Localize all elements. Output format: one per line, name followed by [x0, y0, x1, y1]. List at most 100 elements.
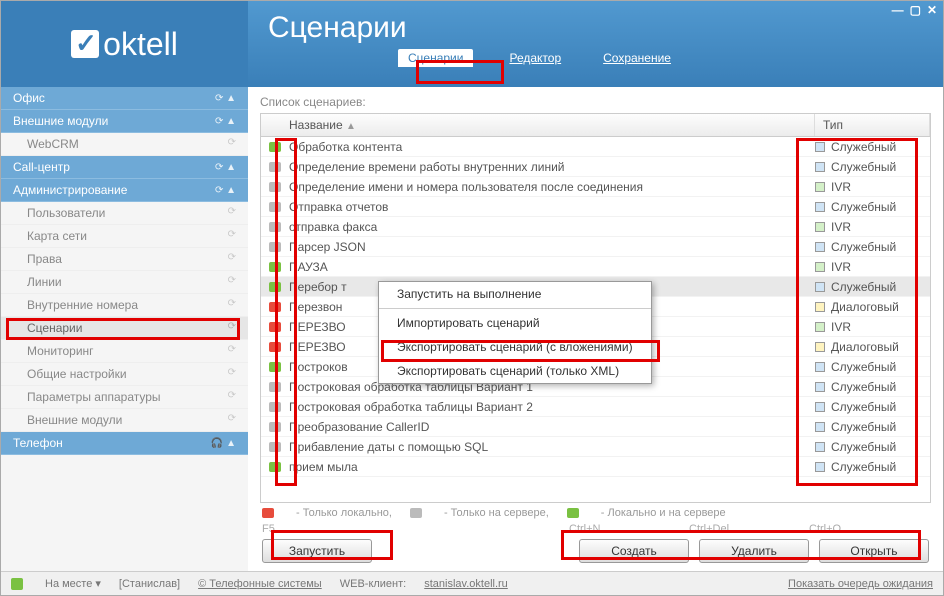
sidebar-item-6[interactable]: Карта сети⟳ [1, 225, 248, 248]
status-web-label: WEB-клиент: [340, 578, 407, 590]
row-type: Служебный [815, 140, 930, 154]
table-row[interactable]: отправка факсаIVR [261, 217, 930, 237]
context-item-4[interactable]: Экспортировать сценарий (только XML) [379, 359, 651, 383]
legend: - Только локально, - Только на сервере, … [260, 503, 931, 523]
maximize-icon[interactable]: ▢ [910, 3, 921, 17]
tab-0[interactable]: Сценарии [398, 49, 473, 67]
sidebar-group-3[interactable]: Call-центр⟳ ▲ [1, 156, 248, 179]
sidebar-item-2[interactable]: WebCRM⟳ [1, 133, 248, 156]
context-item-3[interactable]: Экспортировать сценарий (с вложениями) [379, 335, 651, 359]
row-type: Служебный [815, 440, 930, 454]
sidebar-item-11[interactable]: Мониторинг⟳ [1, 340, 248, 363]
page-title: Сценарии [248, 1, 943, 49]
table-row[interactable]: Прибавление даты с помощью SQLСлужебный [261, 437, 930, 457]
header: — ▢ ✕ Сценарии СценарииРедакторСохранени… [248, 1, 943, 87]
location-icon [269, 422, 281, 432]
logo: oktell [1, 1, 248, 87]
col-type[interactable]: Тип [815, 114, 930, 136]
row-type: Служебный [815, 380, 930, 394]
minimize-icon[interactable]: — [892, 3, 904, 17]
sort-asc-icon: ▲ [346, 121, 356, 132]
location-icon [269, 442, 281, 452]
close-icon[interactable]: ✕ [927, 3, 937, 17]
row-name: Обработка контента [287, 140, 815, 154]
status-web-url[interactable]: stanislav.oktell.ru [424, 578, 508, 590]
row-name: Определение имени и номера пользователя … [287, 180, 815, 194]
row-name: отправка факса [287, 220, 815, 234]
row-type: Служебный [815, 200, 930, 214]
table-row[interactable]: Определение времени работы внутренних ли… [261, 157, 930, 177]
sidebar-item-9[interactable]: Внутренние номера⟳ [1, 294, 248, 317]
context-item-0[interactable]: Запустить на выполнение [379, 282, 651, 306]
table-row[interactable]: ПАУЗАIVR [261, 257, 930, 277]
location-icon [269, 402, 281, 412]
row-name: Парсер JSON [287, 240, 815, 254]
table-row[interactable]: Определение имени и номера пользователя … [261, 177, 930, 197]
row-name: Определение времени работы внутренних ли… [287, 160, 815, 174]
row-name: Отправка отчетов [287, 200, 815, 214]
shortcut-ctrldel: Ctrl+Del [689, 523, 809, 535]
location-icon [269, 182, 281, 192]
location-icon [269, 202, 281, 212]
table-row[interactable]: прием мылаСлужебный [261, 457, 930, 477]
row-type: Служебный [815, 240, 930, 254]
sidebar-item-7[interactable]: Права⟳ [1, 248, 248, 271]
sidebar-item-13[interactable]: Параметры аппаратуры⟳ [1, 386, 248, 409]
row-type: Диалоговый [815, 340, 930, 354]
sidebar-item-5[interactable]: Пользователи⟳ [1, 202, 248, 225]
sidebar-group-0[interactable]: Офис⟳ ▲ [1, 87, 248, 110]
row-type: IVR [815, 180, 930, 194]
location-icon [269, 242, 281, 252]
table-row[interactable]: Преобразование CallerIDСлужебный [261, 417, 930, 437]
row-type: Служебный [815, 420, 930, 434]
location-icon [269, 162, 281, 172]
sidebar-group-1[interactable]: Внешние модули⟳ ▲ [1, 110, 248, 133]
table-row[interactable]: Обработка контентаСлужебный [261, 137, 930, 157]
sidebar-item-10[interactable]: Сценарии⟳ [1, 317, 248, 340]
tab-2[interactable]: Сохранение [597, 49, 677, 67]
table-row[interactable]: Построковая обработка таблицы Вариант 2С… [261, 397, 930, 417]
shortcut-ctrlo: Ctrl+O [809, 523, 929, 535]
table-row[interactable]: Парсер JSONСлужебный [261, 237, 930, 257]
location-icon [269, 282, 281, 292]
presence-icon[interactable] [11, 578, 23, 590]
shortcut-f5: F5 [262, 523, 382, 535]
list-label: Список сценариев: [260, 95, 931, 109]
location-icon [269, 342, 281, 352]
location-icon [269, 382, 281, 392]
logo-check-icon [71, 30, 99, 58]
location-icon [269, 462, 281, 472]
location-icon [269, 302, 281, 312]
row-name: ПАУЗА [287, 260, 815, 274]
location-icon [269, 142, 281, 152]
status-queue[interactable]: Показать очередь ожидания [788, 578, 933, 590]
col-name[interactable]: Название ▲ [261, 114, 815, 136]
row-type: Служебный [815, 400, 930, 414]
run-button[interactable]: Запустить [262, 539, 372, 563]
location-icon [269, 262, 281, 272]
status-copyright[interactable]: © Телефонные системы [198, 578, 322, 590]
sidebar-item-8[interactable]: Линии⟳ [1, 271, 248, 294]
presence-label[interactable]: На месте ▾ [45, 577, 101, 590]
row-name: Прибавление даты с помощью SQL [287, 440, 815, 454]
open-button[interactable]: Открыть [819, 539, 929, 563]
delete-button[interactable]: Удалить [699, 539, 809, 563]
table-row[interactable]: Отправка отчетовСлужебный [261, 197, 930, 217]
location-icon [269, 362, 281, 372]
create-button[interactable]: Создать [579, 539, 689, 563]
context-menu: Запустить на выполнение Импортировать сце… [378, 281, 652, 384]
row-type: Служебный [815, 360, 930, 374]
sidebar-group-4[interactable]: Администрирование⟳ ▲ [1, 179, 248, 202]
location-icon [269, 322, 281, 332]
row-type: Служебный [815, 460, 930, 474]
row-type: IVR [815, 220, 930, 234]
shortcut-ctrln: Ctrl+N [569, 523, 689, 535]
row-type: IVR [815, 320, 930, 334]
sidebar: Офис⟳ ▲Внешние модули⟳ ▲WebCRM⟳Call-цент… [1, 87, 248, 571]
sidebar-item-14[interactable]: Внешние модули⟳ [1, 409, 248, 432]
tab-1[interactable]: Редактор [503, 49, 567, 67]
row-type: Служебный [815, 160, 930, 174]
sidebar-item-12[interactable]: Общие настройки⟳ [1, 363, 248, 386]
sidebar-group-15[interactable]: Телефон🎧 ▲ [1, 432, 248, 455]
context-item-2[interactable]: Импортировать сценарий [379, 311, 651, 335]
